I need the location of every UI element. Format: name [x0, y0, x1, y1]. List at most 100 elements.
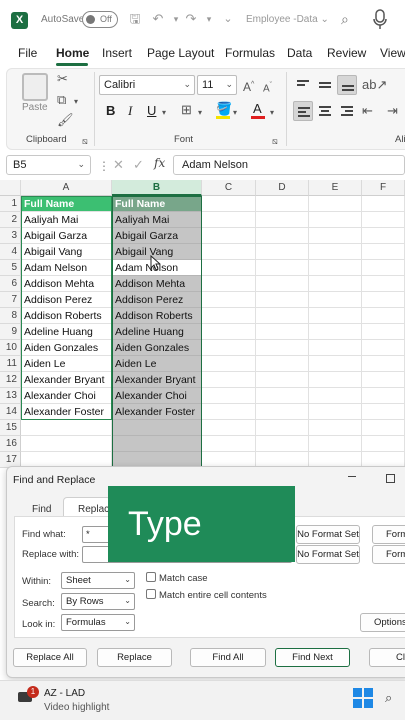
autosave-toggle[interactable]: Off — [82, 11, 118, 28]
copy-icon[interactable]: ⧉ — [57, 92, 66, 108]
grid-cell[interactable] — [21, 420, 112, 436]
underline-button[interactable]: U — [147, 103, 156, 119]
customize-toolbar-icon[interactable]: ⌄ — [220, 11, 236, 27]
close-button[interactable]: Close — [369, 648, 405, 667]
grid-cell[interactable]: Abigail Vang — [21, 244, 112, 260]
align-middle-button[interactable] — [315, 75, 335, 95]
grid-cell[interactable] — [309, 276, 362, 292]
replace-all-button[interactable]: Replace All — [13, 648, 87, 667]
grid-cell[interactable]: Alexander Foster — [112, 404, 202, 420]
font-color-icon[interactable]: A — [253, 101, 262, 117]
grid-cell[interactable] — [202, 436, 256, 452]
search-select[interactable]: By Rows ⌄ — [61, 593, 135, 610]
grid-cell[interactable]: Alexander Choi — [21, 388, 112, 404]
grid-cell[interactable]: Alexander Choi — [112, 388, 202, 404]
replace-button[interactable]: Replace — [97, 648, 172, 667]
row-header[interactable]: 7 — [0, 292, 21, 308]
grid-cell[interactable] — [309, 292, 362, 308]
row-header[interactable]: 11 — [0, 356, 21, 372]
grid-cell[interactable] — [309, 308, 362, 324]
italic-button[interactable]: I — [128, 103, 132, 119]
grid-cell[interactable] — [202, 292, 256, 308]
grid-cell[interactable] — [202, 420, 256, 436]
paste-icon[interactable] — [22, 73, 48, 101]
column-header-e[interactable]: E — [309, 180, 362, 196]
grid-cell[interactable] — [202, 196, 256, 212]
grid-cell[interactable] — [256, 340, 309, 356]
tab-file[interactable]: File — [18, 46, 37, 60]
grid-cell[interactable] — [202, 404, 256, 420]
grid-cell[interactable] — [256, 388, 309, 404]
search-icon[interactable]: ⌕ — [341, 11, 349, 28]
grid-cell[interactable] — [362, 404, 405, 420]
grid-cell[interactable]: Adeline Huang — [21, 324, 112, 340]
grid-cell[interactable]: Aiden Gonzales — [112, 340, 202, 356]
match-case-checkbox[interactable] — [146, 572, 156, 582]
grid-cell[interactable] — [256, 212, 309, 228]
borders-icon[interactable]: ⊞ — [181, 102, 192, 118]
grid-cell[interactable]: Addison Mehta — [112, 276, 202, 292]
align-left-button[interactable] — [293, 101, 313, 121]
grid-cell[interactable] — [21, 436, 112, 452]
row-header[interactable]: 6 — [0, 276, 21, 292]
row-header[interactable]: 13 — [0, 388, 21, 404]
grid-cell[interactable] — [256, 260, 309, 276]
grid-cell[interactable] — [309, 196, 362, 212]
grid-cell[interactable] — [256, 308, 309, 324]
windows-start-icon[interactable] — [353, 688, 373, 708]
maximize-icon[interactable] — [386, 474, 395, 483]
replace-format-button[interactable]: Format... — [372, 545, 405, 564]
look-in-select[interactable]: Formulas ⌄ — [61, 614, 135, 631]
find-all-button[interactable]: Find All — [190, 648, 266, 667]
grid-cell[interactable] — [202, 340, 256, 356]
grid-cell[interactable]: Aaliyah Mai — [21, 212, 112, 228]
header-cell[interactable]: Full Name — [112, 196, 202, 212]
row-header[interactable]: 5 — [0, 260, 21, 276]
grid-cell[interactable] — [256, 244, 309, 260]
grid-cell[interactable] — [256, 324, 309, 340]
grid-cell[interactable] — [202, 244, 256, 260]
options-button[interactable]: Options << — [360, 613, 405, 632]
tab-insert[interactable]: Insert — [102, 46, 132, 60]
font-color-dropdown-icon[interactable]: ▾ — [270, 105, 274, 121]
grid-cell[interactable]: Addison Perez — [21, 292, 112, 308]
tab-formulas[interactable]: Formulas — [225, 46, 275, 60]
grid-cell[interactable] — [362, 388, 405, 404]
formula-input[interactable]: Adam Nelson — [173, 155, 405, 175]
grid-cell[interactable] — [256, 228, 309, 244]
grid-cell[interactable] — [362, 324, 405, 340]
row-header[interactable]: 14 — [0, 404, 21, 420]
grid-cell[interactable]: Abigail Garza — [112, 228, 202, 244]
grid-cell[interactable] — [309, 372, 362, 388]
grid-cell[interactable]: Addison Mehta — [21, 276, 112, 292]
grid-cell[interactable] — [202, 324, 256, 340]
grid-cell[interactable] — [202, 356, 256, 372]
grid-cell[interactable] — [362, 436, 405, 452]
within-select[interactable]: Sheet ⌄ — [61, 572, 135, 589]
cancel-icon[interactable]: ✕ — [113, 157, 124, 173]
row-header[interactable]: 10 — [0, 340, 21, 356]
format-painter-icon[interactable]: 🖌 — [57, 112, 74, 128]
borders-dropdown-icon[interactable]: ▾ — [198, 105, 202, 121]
row-header[interactable]: 9 — [0, 324, 21, 340]
find-format-button[interactable]: Format... — [372, 525, 405, 544]
grid-cell[interactable] — [362, 292, 405, 308]
grid-cell[interactable] — [202, 276, 256, 292]
column-header-b[interactable]: B — [112, 180, 202, 196]
grid-cell[interactable] — [202, 308, 256, 324]
grid-cell[interactable] — [112, 436, 202, 452]
grid-cell[interactable]: Aiden Le — [21, 356, 112, 372]
grid-cell[interactable]: Adeline Huang — [112, 324, 202, 340]
grid-cell[interactable] — [309, 356, 362, 372]
column-header-c[interactable]: C — [202, 180, 256, 196]
grid-cell[interactable] — [202, 372, 256, 388]
grid-cell[interactable] — [362, 196, 405, 212]
grid-cell[interactable] — [362, 228, 405, 244]
copy-dropdown-icon[interactable]: ▾ — [74, 94, 78, 110]
grid-cell[interactable] — [256, 276, 309, 292]
grid-cell[interactable] — [309, 404, 362, 420]
fill-color-dropdown-icon[interactable]: ▾ — [233, 105, 237, 121]
column-header-f[interactable]: F — [362, 180, 405, 196]
grid-cell[interactable] — [256, 404, 309, 420]
row-header[interactable]: 3 — [0, 228, 21, 244]
